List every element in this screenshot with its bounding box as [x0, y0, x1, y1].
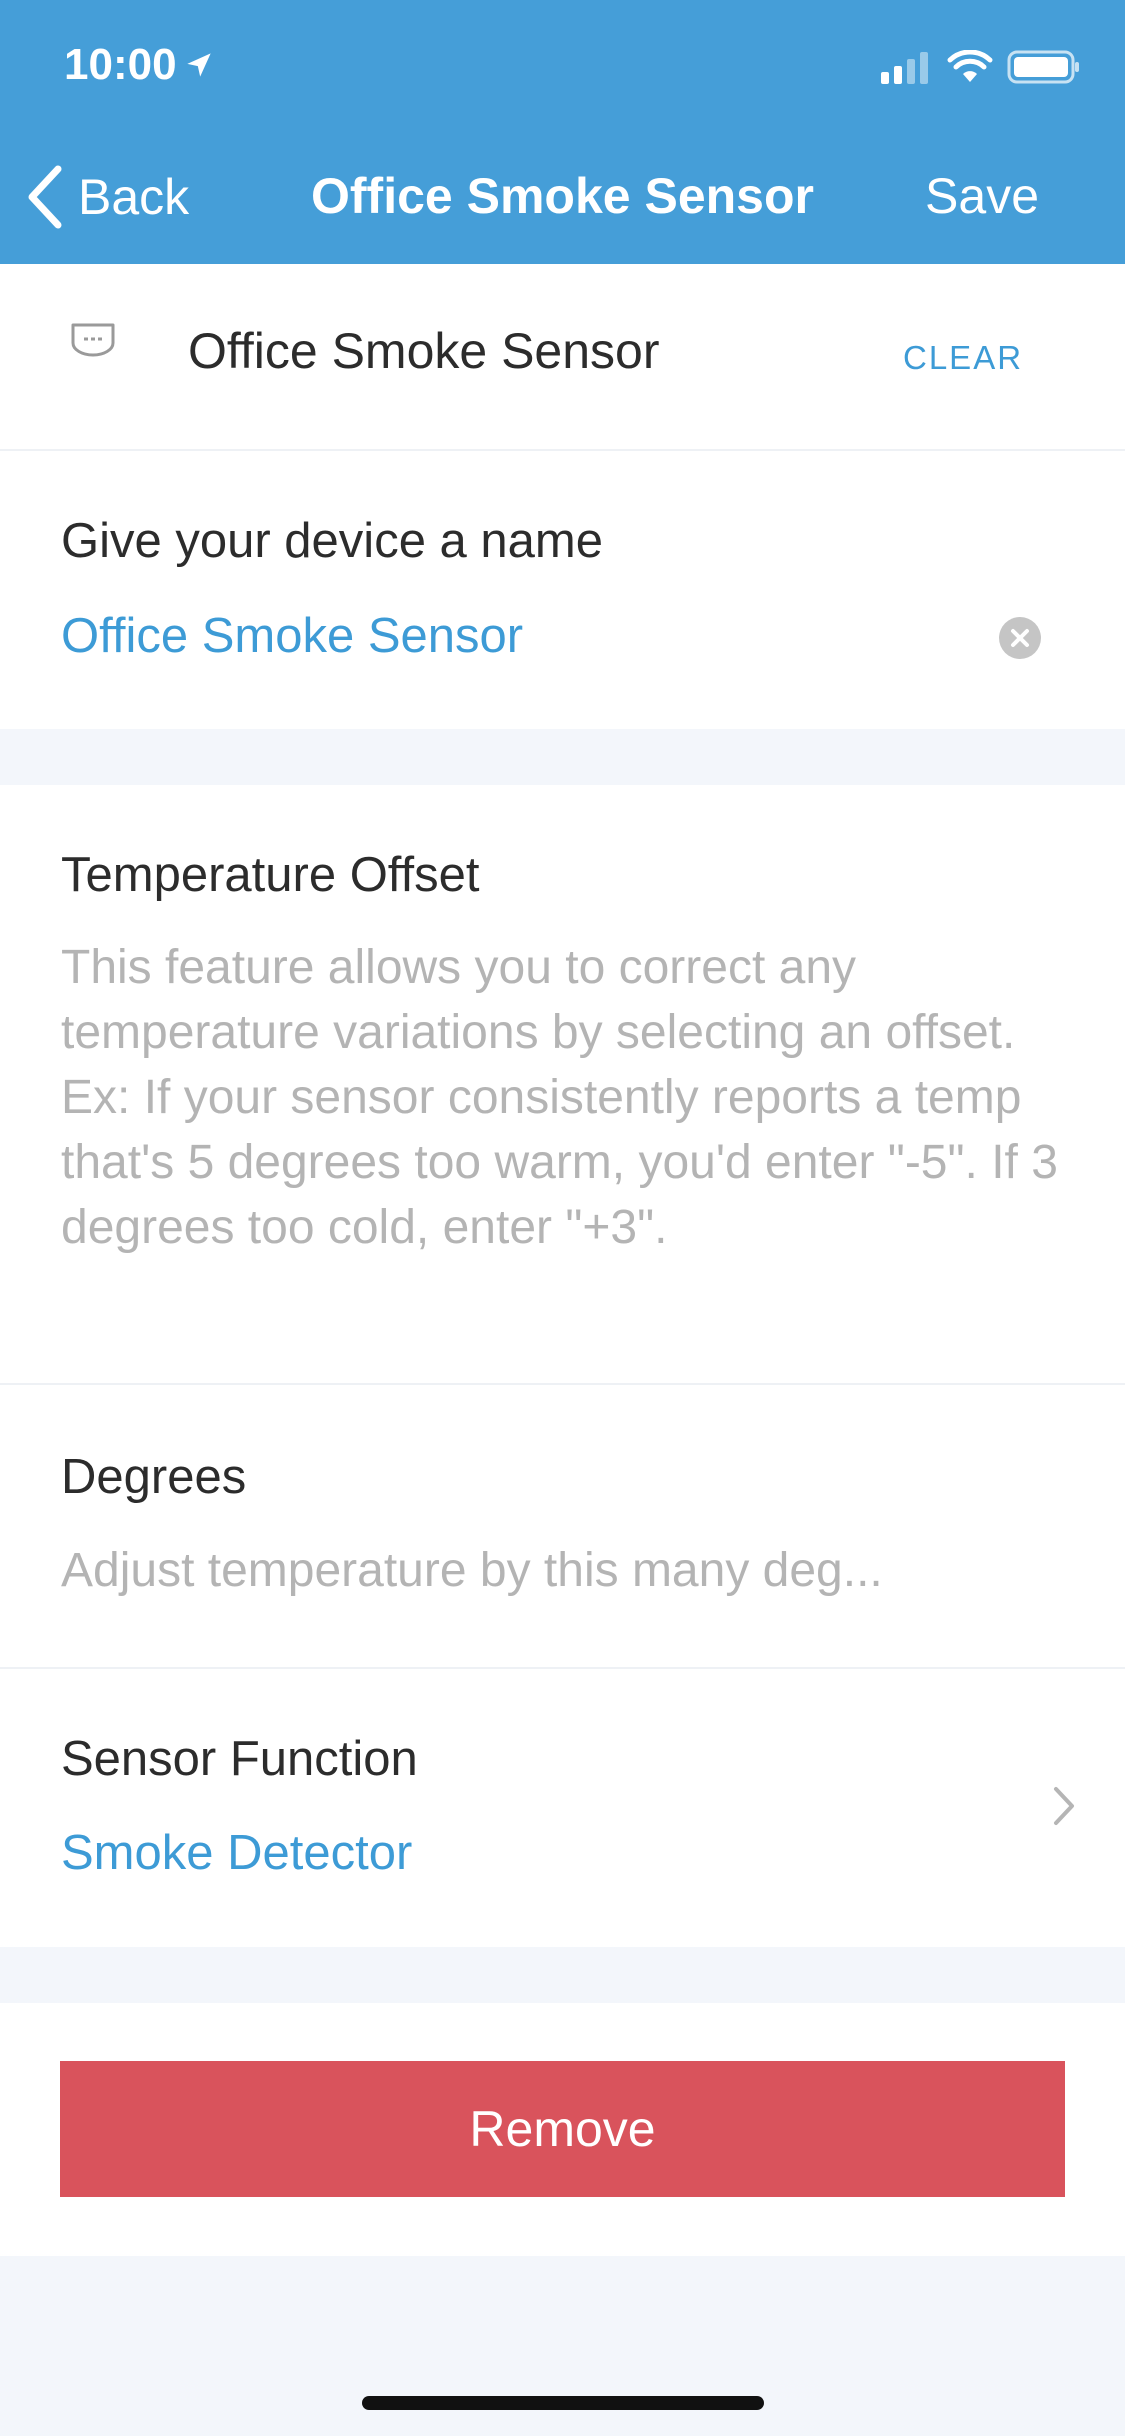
device-name-label: Give your device a name [61, 514, 603, 568]
temperature-offset-title: Temperature Offset [61, 848, 480, 902]
degrees-section: Degrees Adjust temperature by this many … [0, 1385, 1125, 1667]
sensor-function-label: Sensor Function [61, 1732, 418, 1786]
device-name-section: Give your device a name Office Smoke Sen… [0, 451, 1125, 729]
wifi-icon [947, 50, 993, 82]
nav-header: 10:00 Back Office Smoke Sensor Save [0, 0, 1125, 264]
degrees-label: Degrees [61, 1450, 247, 1504]
status-icons [881, 50, 1081, 84]
temperature-offset-section: Temperature Offset This feature allows y… [0, 785, 1125, 1383]
battery-icon [1007, 50, 1079, 84]
signal-icon [881, 52, 928, 84]
degrees-input[interactable]: Adjust temperature by this many deg... [61, 1543, 883, 1598]
status-time: 10:00 [64, 40, 213, 90]
sensor-function-row[interactable]: Sensor Function Smoke Detector [0, 1669, 1125, 1947]
temperature-offset-description: This feature allows you to correct any t… [61, 941, 1058, 1254]
remove-button[interactable]: Remove [60, 2061, 1065, 2197]
location-arrow-icon [186, 53, 211, 77]
save-button[interactable]: Save [925, 167, 1039, 225]
device-row: Office Smoke Sensor CLEAR [0, 264, 1125, 450]
sensor-function-value: Smoke Detector [61, 1826, 413, 1880]
home-indicator [362, 2396, 764, 2410]
clear-button[interactable]: CLEAR [903, 339, 1023, 377]
device-name: Office Smoke Sensor [188, 323, 660, 379]
clear-circle-icon[interactable] [999, 617, 1041, 659]
smoke-sensor-icon [71, 323, 115, 357]
chevron-right-icon [1054, 1787, 1074, 1825]
status-time-text: 10:00 [64, 40, 177, 89]
device-name-input[interactable]: Office Smoke Sensor [61, 608, 523, 664]
